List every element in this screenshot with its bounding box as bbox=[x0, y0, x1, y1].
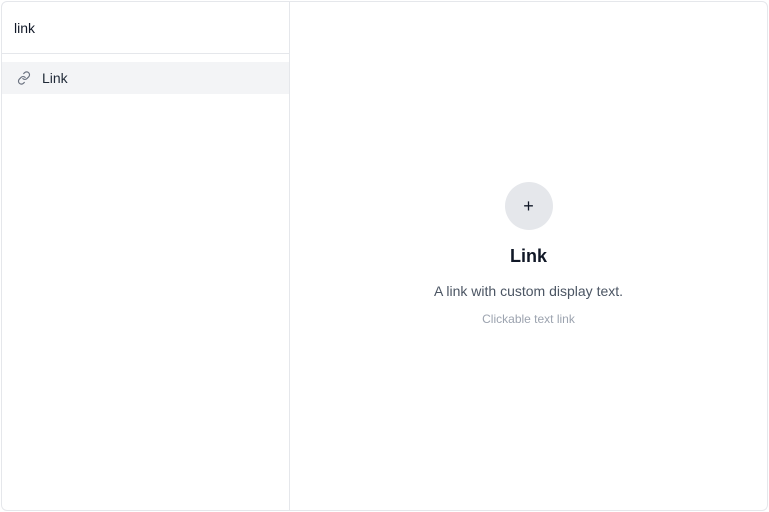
search-input[interactable] bbox=[14, 19, 277, 36]
insert-block-dialog: Link + Link A link with custom display t… bbox=[1, 1, 768, 511]
result-item-label: Link bbox=[42, 70, 68, 86]
result-item-link[interactable]: Link bbox=[2, 62, 289, 94]
link-icon bbox=[16, 70, 32, 86]
add-block-button[interactable]: + bbox=[504, 182, 553, 230]
search-row bbox=[2, 2, 289, 54]
search-pane: Link bbox=[2, 2, 290, 510]
detail-title: Link bbox=[509, 246, 547, 266]
detail-subtitle: Clickable text link bbox=[482, 312, 575, 326]
detail-pane: + Link A link with custom display text. … bbox=[290, 2, 767, 510]
results-list: Link bbox=[2, 54, 289, 94]
detail-description: A link with custom display text. bbox=[433, 283, 624, 299]
plus-icon: + bbox=[523, 195, 534, 216]
